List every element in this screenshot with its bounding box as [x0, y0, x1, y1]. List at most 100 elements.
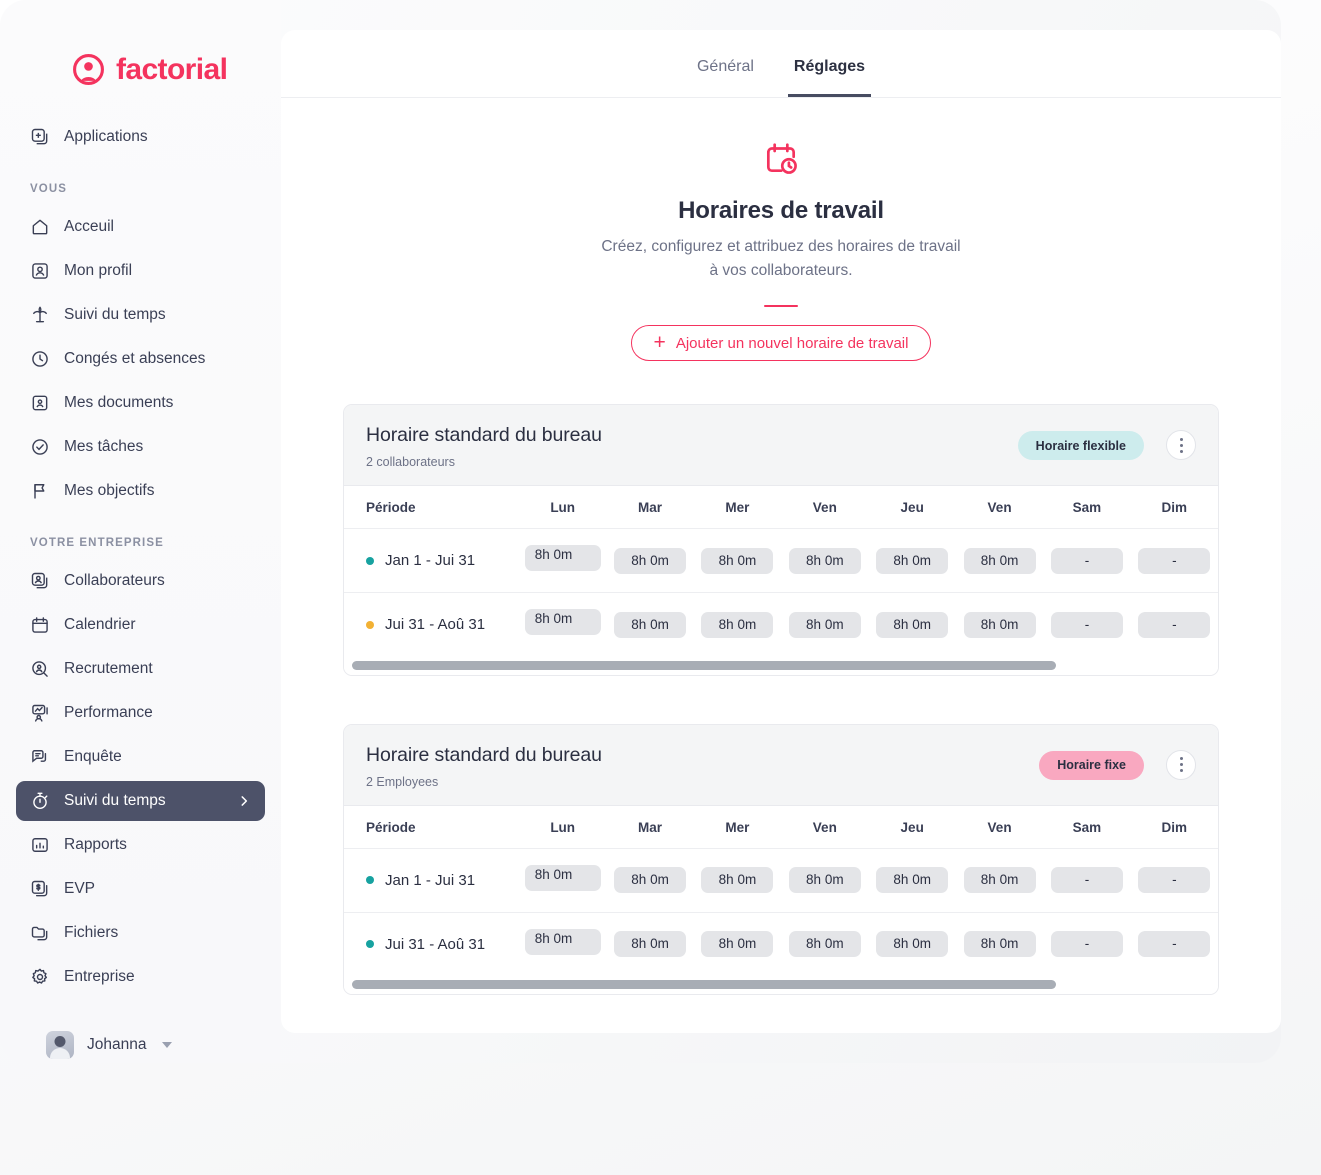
sidebar-item-mon-profil[interactable]: Mon profil [16, 251, 265, 291]
day-cell-ven-2[interactable]: 8h 0m [955, 528, 1044, 594]
sidebar-item-label: Congés et absences [64, 350, 206, 368]
day-cell-dim[interactable]: - [1131, 912, 1218, 976]
day-cell-lun[interactable]: 8h 0m [519, 848, 607, 913]
hours-pill: 8h 0m [524, 545, 601, 572]
day-cell-sam[interactable]: - [1043, 848, 1131, 913]
day-cell-ven-2[interactable]: 8h 0m [956, 912, 1043, 976]
sidebar-item-collaborateurs[interactable]: Collaborateurs [16, 561, 265, 601]
column-header-jeu: Jeu [868, 486, 956, 530]
brand-name: factorial [116, 52, 228, 86]
sidebar-item-label: EVP [64, 880, 96, 898]
hours-pill: - [1050, 931, 1123, 958]
table-row: Jui 31 - Aoû 31 8h 0m 8h 0m 8h 0m 8h 0m … [344, 593, 1218, 657]
user-card-icon [30, 261, 50, 281]
scrollbar-thumb[interactable] [352, 980, 1056, 990]
day-cell-dim[interactable]: - [1130, 528, 1218, 594]
day-cell-dim[interactable]: - [1130, 848, 1218, 913]
status-dot [366, 620, 374, 629]
day-cell-ven-1[interactable]: 8h 0m [781, 912, 868, 976]
horizontal-scrollbar[interactable] [344, 656, 1218, 675]
column-header-sam: Sam [1043, 805, 1131, 849]
sidebar-item-evp[interactable]: EVP [16, 869, 265, 909]
column-header-ven-1: Ven [781, 486, 869, 530]
sidebar-item-conges-et-absences[interactable]: Congés et absences [16, 339, 265, 379]
hours-pill: - [1138, 931, 1211, 958]
day-cell-lun[interactable]: 8h 0m [519, 912, 606, 976]
hours-pill: 8h 0m [963, 867, 1036, 894]
day-cell-mer[interactable]: 8h 0m [694, 912, 781, 976]
hours-pill: - [1050, 547, 1123, 574]
sidebar-item-label: Fichiers [64, 924, 119, 942]
day-cell-mer[interactable]: 8h 0m [693, 528, 782, 594]
hours-pill: 8h 0m [963, 547, 1036, 574]
sidebar-item-suivi-du-temps[interactable]: Suivi du temps [16, 781, 265, 821]
clock-icon [30, 349, 50, 369]
hours-pill: 8h 0m [701, 931, 774, 958]
day-cell-jeu[interactable]: 8h 0m [868, 528, 956, 594]
column-header-ven-2: Ven [955, 805, 1044, 849]
day-cell-jeu[interactable]: 8h 0m [868, 848, 956, 913]
tab-reglages[interactable]: Réglages [787, 59, 872, 97]
day-cell-ven-1[interactable]: 8h 0m [781, 848, 869, 913]
day-cell-mar[interactable]: 8h 0m [606, 528, 694, 594]
day-cell-mar[interactable]: 8h 0m [606, 848, 694, 913]
day-cell-ven-1[interactable]: 8h 0m [781, 528, 869, 594]
day-cell-jeu[interactable]: 8h 0m [869, 912, 956, 976]
day-cell-mer[interactable]: 8h 0m [694, 593, 781, 657]
table-row: Jan 1 - Jui 31 8h 0m 8h 0m 8h 0m 8h 0m 8… [344, 848, 1218, 913]
horizontal-scrollbar[interactable] [344, 976, 1218, 995]
period-label: Jan 1 - Jui 31 [385, 552, 476, 570]
period-cell: Jan 1 - Jui 31 [344, 848, 519, 913]
card-title: Horaire standard du bureau [366, 743, 602, 766]
add-work-schedule-button[interactable]: + Ajouter un nouvel horaire de travail [630, 325, 932, 362]
day-cell-dim[interactable]: - [1131, 593, 1218, 657]
day-cell-ven-2[interactable]: 8h 0m [956, 593, 1043, 657]
sidebar-item-performance[interactable]: Performance [16, 693, 265, 733]
sidebar-item-enquete[interactable]: Enquête [16, 737, 265, 777]
performance-chart-icon [30, 703, 50, 723]
day-cell-sam[interactable]: - [1043, 593, 1130, 657]
user-menu[interactable]: Johanna [32, 1013, 249, 1059]
day-cell-sam[interactable]: - [1043, 528, 1131, 594]
sidebar-item-entreprise[interactable]: Entreprise [16, 957, 265, 997]
sidebar-section-title-votre-entreprise: VOTRE ENTREPRISE [30, 537, 164, 549]
column-header-dim: Dim [1130, 805, 1218, 849]
scrollbar-thumb[interactable] [352, 660, 1056, 670]
day-cell-ven-2[interactable]: 8h 0m [955, 848, 1044, 913]
day-cell-lun[interactable]: 8h 0m [519, 593, 606, 657]
sidebar-item-calendrier[interactable]: Calendrier [16, 605, 265, 645]
hours-pill: - [1050, 611, 1123, 638]
day-cell-mer[interactable]: 8h 0m [693, 848, 782, 913]
money-document-icon [30, 879, 50, 899]
day-cell-lun[interactable]: 8h 0m [519, 528, 607, 594]
stopwatch-icon [30, 791, 50, 811]
day-cell-jeu[interactable]: 8h 0m [869, 593, 956, 657]
day-cell-sam[interactable]: - [1043, 912, 1130, 976]
status-dot [366, 556, 374, 565]
calendar-clock-icon [762, 139, 800, 177]
sidebar-item-acceuil[interactable]: Acceuil [16, 207, 265, 247]
day-cell-mar[interactable]: 8h 0m [606, 593, 693, 657]
card-subtitle: 2 collaborateurs [366, 455, 455, 470]
day-cell-mar[interactable]: 8h 0m [606, 912, 693, 976]
card-subtitle: 2 Employees [366, 774, 439, 789]
brand-logo[interactable]: factorial [0, 0, 281, 86]
avatar [46, 1031, 74, 1059]
kebab-menu-icon[interactable] [1166, 749, 1196, 780]
sidebar-item-label: Mes objectifs [64, 482, 155, 500]
sidebar-item-suivi-du-temps-personal[interactable]: Suivi du temps [16, 295, 265, 335]
sidebar-item-mes-documents[interactable]: Mes documents [16, 383, 265, 423]
sidebar-item-mes-taches[interactable]: Mes tâches [16, 427, 265, 467]
sidebar-item-label: Mes tâches [64, 438, 144, 456]
kebab-menu-icon[interactable] [1166, 430, 1196, 461]
day-cell-ven-1[interactable]: 8h 0m [781, 593, 868, 657]
main-panel: Général Réglages Horaires de travail Cré… [281, 30, 1281, 1033]
sidebar-item-recrutement[interactable]: Recrutement [16, 649, 265, 689]
document-portrait-icon [30, 393, 50, 413]
sidebar-item-rapports[interactable]: Rapports [16, 825, 265, 865]
hours-pill: 8h 0m [614, 867, 687, 894]
sidebar-item-applications[interactable]: Applications [16, 117, 265, 157]
sidebar-item-mes-objectifs[interactable]: Mes objectifs [16, 471, 265, 511]
tab-general[interactable]: Général [691, 59, 760, 97]
sidebar-item-fichiers[interactable]: Fichiers [16, 913, 265, 953]
